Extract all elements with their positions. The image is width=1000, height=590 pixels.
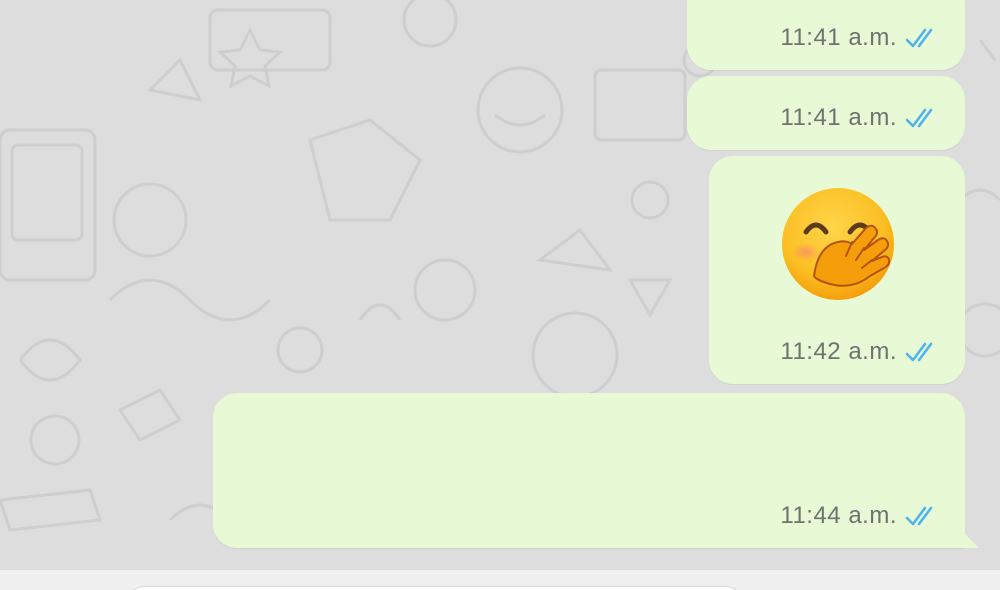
message-meta: 11:41 a.m. [780, 24, 939, 52]
double-check-read-icon [905, 28, 933, 48]
face-with-hand-over-mouth-emoji [782, 188, 894, 300]
double-check-read-icon [905, 342, 933, 362]
message-meta: 11:41 a.m. [780, 104, 939, 132]
bubble-tail [963, 532, 979, 548]
outgoing-message-bubble[interactable]: 11:41 a.m. [687, 0, 965, 70]
message-timestamp: 11:41 a.m. [780, 24, 897, 51]
message-meta: 11:42 a.m. [780, 338, 939, 366]
outgoing-message-bubble[interactable]: 11:41 a.m. [687, 76, 965, 150]
double-check-read-icon [905, 506, 933, 526]
double-check-read-icon [905, 108, 933, 128]
outgoing-message-bubble[interactable]: 11:44 a.m. [213, 393, 979, 548]
outgoing-emoji-message-bubble[interactable]: 11:42 a.m. [709, 156, 965, 384]
message-meta: 11:44 a.m. [780, 502, 939, 530]
chat-window: 11:41 a.m. 11:41 a.m. 11:42 a.m. 11:44 a… [0, 0, 1000, 590]
message-timestamp: 11:42 a.m. [780, 338, 897, 365]
message-timestamp: 11:41 a.m. [780, 104, 897, 131]
message-timestamp: 11:44 a.m. [780, 502, 897, 529]
message-input[interactable] [128, 586, 742, 590]
